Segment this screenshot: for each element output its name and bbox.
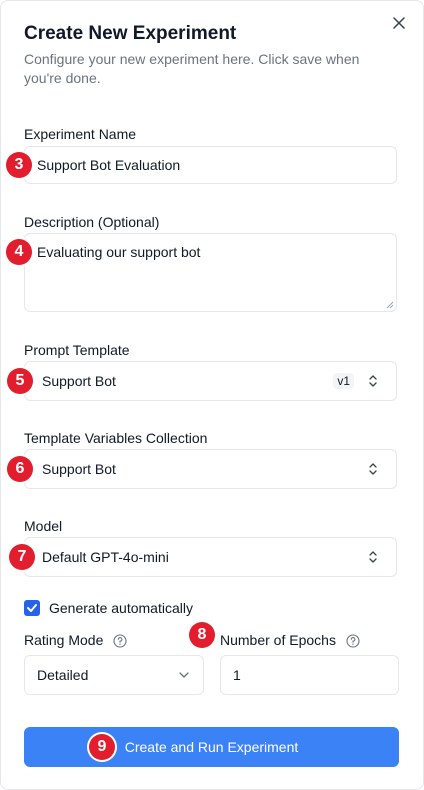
description-value: Evaluating our support bot	[37, 244, 201, 260]
help-circle-icon[interactable]	[113, 634, 127, 648]
generate-automatically-label[interactable]: Generate automatically	[49, 600, 193, 616]
rating-mode-label: Rating Mode	[24, 632, 104, 648]
create-experiment-dialog: Create New Experiment Configure your new…	[0, 0, 424, 790]
annotation-badge-8: 8	[189, 622, 215, 648]
model-select[interactable]: Default GPT-4o-mini	[24, 537, 397, 577]
prompt-template-label: Prompt Template	[24, 342, 130, 358]
generate-automatically-checkbox[interactable]	[24, 600, 40, 616]
model-label: Model	[24, 518, 63, 534]
experiment-name-input[interactable]: Support Bot Evaluation	[24, 146, 397, 184]
create-and-run-label: Create and Run Experiment	[124, 739, 299, 755]
chevron-up-down-icon	[369, 551, 377, 563]
annotation-badge-5: 5	[7, 368, 33, 394]
prompt-template-value: Support Bot	[42, 373, 116, 389]
epochs-label-row: Number of Epochs	[220, 632, 360, 648]
version-badge: v1	[333, 373, 354, 389]
epochs-label: Number of Epochs	[220, 632, 336, 648]
annotation-badge-9: 9	[89, 734, 115, 760]
annotation-badge-3: 3	[6, 152, 32, 178]
annotation-badge-4: 4	[6, 239, 32, 265]
model-value: Default GPT-4o-mini	[42, 549, 169, 565]
chevron-up-down-icon	[369, 463, 377, 475]
help-circle-icon[interactable]	[346, 634, 360, 648]
annotation-badge-6: 6	[7, 456, 33, 482]
resize-handle-icon[interactable]	[386, 301, 394, 309]
dialog-subtitle: Configure your new experiment here. Clic…	[24, 51, 360, 86]
annotation-badge-7: 7	[9, 544, 35, 570]
experiment-name-value: Support Bot Evaluation	[37, 157, 181, 173]
dialog-title: Create New Experiment	[24, 23, 237, 44]
chevron-down-icon	[179, 672, 189, 678]
template-variables-label: Template Variables Collection	[24, 430, 208, 446]
create-and-run-button[interactable]: Create and Run Experiment	[24, 727, 399, 767]
description-label: Description (Optional)	[24, 214, 160, 230]
epochs-input[interactable]: 1	[220, 655, 399, 695]
template-variables-value: Support Bot	[42, 461, 116, 477]
epochs-value: 1	[233, 667, 241, 683]
rating-mode-label-row: Rating Mode	[24, 632, 127, 648]
description-textarea[interactable]: Evaluating our support bot	[24, 233, 397, 312]
checkmark-icon	[27, 604, 37, 612]
template-variables-select[interactable]: Support Bot	[24, 449, 397, 489]
prompt-template-select[interactable]: Support Bot v1	[24, 361, 397, 401]
close-icon	[393, 17, 405, 29]
close-button[interactable]	[389, 13, 409, 33]
experiment-name-label: Experiment Name	[24, 126, 137, 142]
chevron-up-down-icon	[369, 375, 377, 387]
rating-mode-select[interactable]: Detailed	[24, 655, 204, 695]
rating-mode-value: Detailed	[37, 667, 89, 683]
